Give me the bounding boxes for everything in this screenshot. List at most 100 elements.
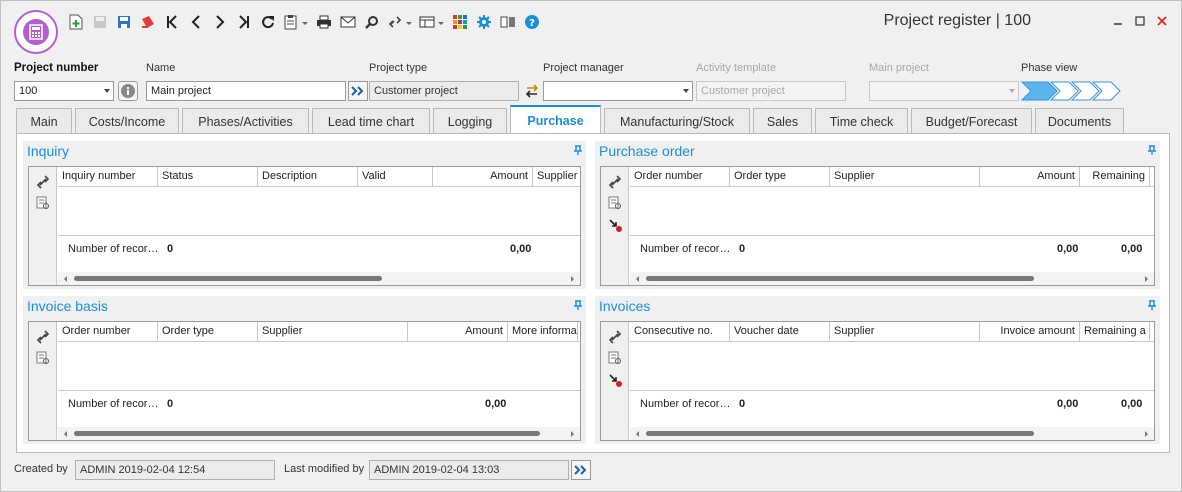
colors-icon[interactable] <box>449 11 471 33</box>
tab-costs-income[interactable]: Costs/Income <box>75 108 179 134</box>
scroll-right-icon[interactable] <box>1145 276 1148 282</box>
tab-lead-time-chart[interactable]: Lead time chart <box>312 108 430 134</box>
tab-sales[interactable]: Sales <box>753 108 812 134</box>
scroll-right-icon[interactable] <box>571 276 574 282</box>
pin-icon[interactable] <box>574 299 582 313</box>
save-icon[interactable] <box>113 11 135 33</box>
column-header[interactable]: Remaining <box>1080 167 1150 186</box>
last-record-icon[interactable] <box>233 11 255 33</box>
pin-icon[interactable] <box>574 144 582 158</box>
project-manager-dropdown[interactable] <box>543 81 693 101</box>
column-header[interactable]: Invoice amount <box>980 322 1080 341</box>
email-icon[interactable] <box>337 11 359 33</box>
project-number-dropdown[interactable]: 100 <box>14 81 114 101</box>
previous-record-icon[interactable] <box>185 11 207 33</box>
tab-logging[interactable]: Logging <box>433 108 507 134</box>
horizontal-scrollbar[interactable] <box>58 272 580 285</box>
arrow-error-icon[interactable] <box>607 217 623 233</box>
column-header[interactable]: Order number <box>58 322 158 341</box>
goto-project-type-button[interactable] <box>348 81 368 101</box>
layout-icon[interactable] <box>417 11 447 33</box>
scroll-left-icon[interactable] <box>64 431 67 437</box>
tab-budget-forecast[interactable]: Budget/Forecast <box>911 108 1032 134</box>
scroll-right-icon[interactable] <box>571 431 574 437</box>
link-icon[interactable] <box>607 174 623 190</box>
phase-view-indicator[interactable] <box>1020 81 1131 101</box>
column-header[interactable]: Voucher date <box>730 322 830 341</box>
phase-chevrons-icon <box>1020 81 1121 101</box>
preview-document-icon[interactable] <box>607 350 623 366</box>
preview-document-icon[interactable] <box>607 195 623 211</box>
tab-purchase[interactable]: Purchase <box>510 105 601 134</box>
minimize-icon[interactable] <box>1107 11 1129 31</box>
column-header[interactable]: Status <box>158 167 258 186</box>
clipboard-icon[interactable] <box>281 11 311 33</box>
project-type-field[interactable]: Customer project <box>369 81 519 101</box>
column-header[interactable]: Supplier <box>830 322 980 341</box>
column-header[interactable]: Description <box>258 167 358 186</box>
column-header[interactable]: More informa <box>508 322 578 341</box>
tab-time-check[interactable]: Time check <box>815 108 908 134</box>
scroll-right-icon[interactable] <box>1145 431 1148 437</box>
column-header[interactable]: Supplier <box>533 167 580 186</box>
link-icon[interactable] <box>35 174 51 190</box>
scroll-thumb[interactable] <box>646 431 1034 436</box>
info-button[interactable] <box>118 81 138 101</box>
scroll-thumb[interactable] <box>74 276 382 281</box>
horizontal-scrollbar[interactable] <box>58 427 580 440</box>
settings-icon[interactable] <box>473 11 495 33</box>
pin-icon[interactable] <box>1148 299 1156 313</box>
tab-manufacturing-stock[interactable]: Manufacturing/Stock <box>604 108 750 134</box>
search-icon[interactable] <box>361 11 383 33</box>
first-record-icon[interactable] <box>161 11 183 33</box>
tab-phases-activities[interactable]: Phases/Activities <box>182 108 309 134</box>
scroll-left-icon[interactable] <box>636 431 639 437</box>
column-header[interactable]: Amount <box>980 167 1080 186</box>
delete-icon[interactable] <box>137 11 159 33</box>
goto-modified-button[interactable] <box>571 460 591 480</box>
column-header[interactable]: Remaining a <box>1080 322 1150 341</box>
name-field[interactable]: Main project <box>146 81 346 101</box>
print-icon[interactable] <box>313 11 335 33</box>
column-header[interactable]: Supplier <box>830 167 980 186</box>
column-header[interactable]: Order type <box>730 167 830 186</box>
invoice-basis-grid[interactable]: Order number Order type Supplier Amount … <box>28 321 581 441</box>
scroll-left-icon[interactable] <box>64 276 67 282</box>
purchase-order-grid[interactable]: Order number Order type Supplier Amount … <box>600 166 1155 286</box>
column-header[interactable]: Supplier <box>258 322 408 341</box>
tab-main[interactable]: Main <box>16 108 72 134</box>
refresh-icon[interactable] <box>257 11 279 33</box>
column-header[interactable]: Valid <box>358 167 433 186</box>
inquiry-grid[interactable]: Inquiry number Status Description Valid … <box>28 166 581 286</box>
maximize-icon[interactable] <box>1129 11 1151 31</box>
column-header[interactable]: Inquiry number <box>58 167 158 186</box>
last-modified-label: Last modified by <box>284 463 365 475</box>
scroll-thumb[interactable] <box>646 276 1034 281</box>
link-icon[interactable] <box>385 11 415 33</box>
scroll-left-icon[interactable] <box>636 276 639 282</box>
app-calculator-icon[interactable] <box>14 10 58 54</box>
horizontal-scrollbar[interactable] <box>630 427 1154 440</box>
column-header[interactable]: Order type <box>158 322 258 341</box>
help-icon[interactable]: ? <box>521 11 543 33</box>
close-icon[interactable] <box>1151 11 1173 31</box>
preview-document-icon[interactable] <box>35 195 51 211</box>
new-record-icon[interactable] <box>65 11 87 33</box>
swap-arrows-icon[interactable] <box>523 83 541 99</box>
column-header[interactable]: Amount <box>408 322 508 341</box>
scroll-thumb[interactable] <box>74 431 540 436</box>
horizontal-scrollbar[interactable] <box>630 272 1154 285</box>
column-header[interactable]: Order number <box>630 167 730 186</box>
column-header[interactable]: Consecutive no. <box>630 322 730 341</box>
save-disabled-icon[interactable] <box>89 11 111 33</box>
pin-icon[interactable] <box>1148 144 1156 158</box>
invoices-grid[interactable]: Consecutive no. Voucher date Supplier In… <box>600 321 1155 441</box>
books-icon[interactable] <box>497 11 519 33</box>
column-header[interactable]: Amount <box>433 167 533 186</box>
link-icon[interactable] <box>607 329 623 345</box>
arrow-error-icon[interactable] <box>607 372 623 388</box>
next-record-icon[interactable] <box>209 11 231 33</box>
preview-document-icon[interactable] <box>35 350 51 366</box>
tab-documents[interactable]: Documents <box>1035 108 1124 134</box>
link-icon[interactable] <box>35 329 51 345</box>
